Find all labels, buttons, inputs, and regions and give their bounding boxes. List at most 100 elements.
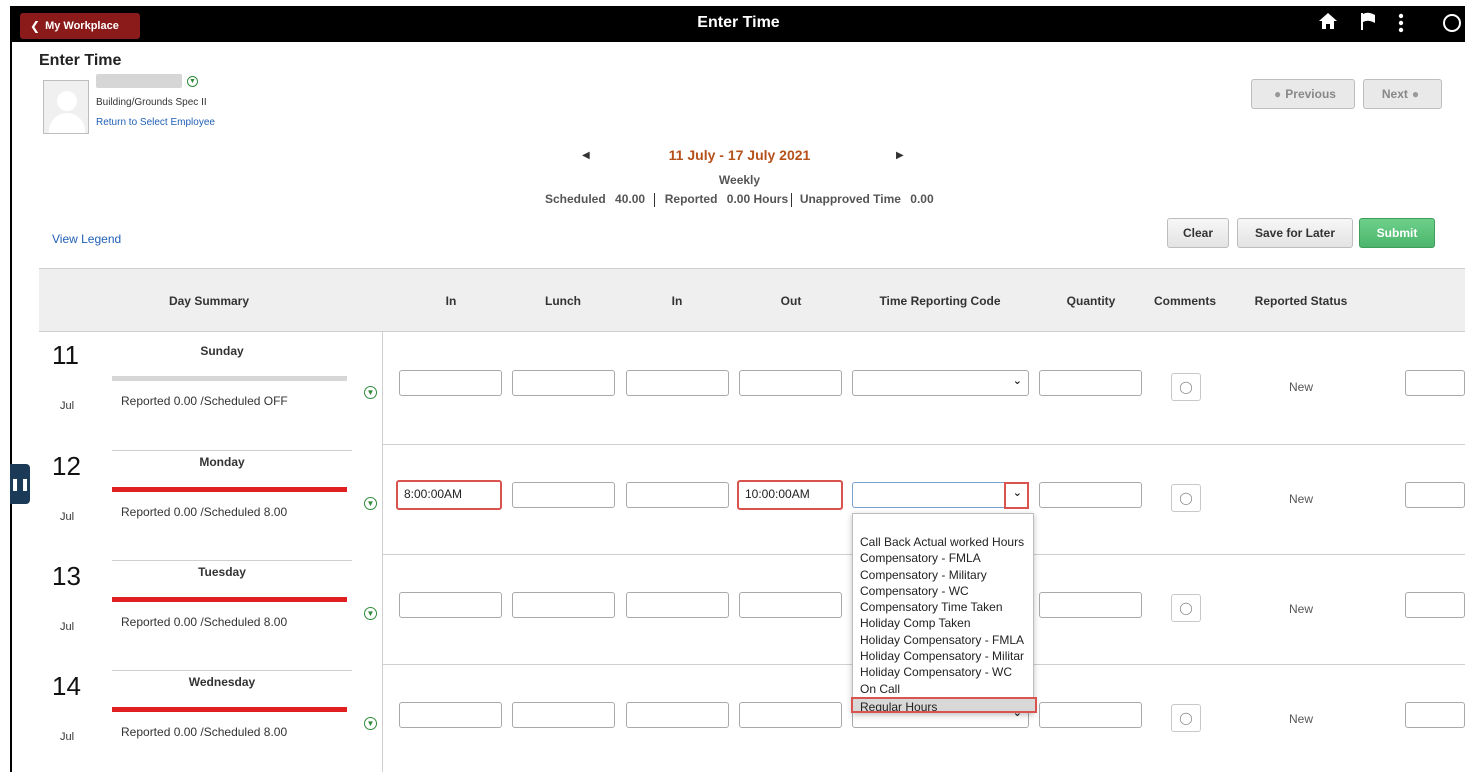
col-quantity: Quantity: [1066, 294, 1116, 308]
day-summary-monday: 12 Jul Monday Reported 0.00 /Scheduled 8…: [39, 443, 383, 554]
app-frame: ❮ My Workplace Enter Time Enter Time ▼ B…: [10, 6, 1465, 772]
col-reported-status: Reported Status: [1254, 294, 1348, 308]
save-for-later-button[interactable]: Save for Later: [1237, 218, 1353, 248]
extra-field[interactable]: [1405, 482, 1465, 508]
col-day-summary: Day Summary: [168, 294, 250, 308]
reported-label: Reported: [664, 192, 718, 206]
comment-icon[interactable]: ◯: [1171, 594, 1201, 622]
next-button[interactable]: Next ●: [1363, 79, 1442, 109]
trc-option[interactable]: Holiday Compensatory - FMLA: [853, 632, 1033, 648]
trc-option[interactable]: Compensatory - WC: [853, 583, 1033, 599]
next-period-arrow-icon[interactable]: ▶: [896, 150, 904, 161]
in-2-field[interactable]: [626, 482, 729, 508]
day-month: Jul: [60, 400, 75, 412]
top-bar: ❮ My Workplace Enter Time: [12, 6, 1465, 42]
quantity-field[interactable]: [1039, 592, 1142, 618]
lunch-field[interactable]: [512, 592, 615, 618]
day-expand-chevron-icon[interactable]: ▼: [364, 386, 377, 399]
in-2-field[interactable]: [626, 592, 729, 618]
unapproved-label: Unapproved Time: [799, 192, 901, 206]
trc-option[interactable]: Compensatory Time Taken: [853, 599, 1033, 615]
lunch-field[interactable]: [512, 482, 615, 508]
trc-option[interactable]: Holiday Compensatory - Militar: [853, 648, 1033, 664]
period-totals: Scheduled 40.00 Reported 0.00 Hours Unap…: [545, 192, 934, 207]
flag-icon[interactable]: [1358, 11, 1378, 36]
info-icon[interactable]: [1442, 13, 1462, 38]
day-number: 11: [52, 340, 79, 370]
trc-select[interactable]: ⌄: [852, 370, 1029, 396]
out-field[interactable]: [739, 370, 842, 396]
trc-option-regular-hours[interactable]: Regular Hours: [851, 696, 1037, 714]
reported-status: New: [1289, 492, 1314, 506]
quantity-field[interactable]: [1039, 702, 1142, 728]
trc-dropdown-list: Call Back Actual worked Hours Compensato…: [851, 513, 1037, 714]
extra-field[interactable]: [1405, 592, 1465, 618]
period-range: 11 July - 17 July 2021: [668, 147, 811, 163]
in-field[interactable]: 8:00:00AM: [396, 480, 502, 510]
app-title: Enter Time: [697, 14, 780, 31]
day-name: Monday: [199, 455, 245, 469]
grid-header: Day Summary In Lunch In Out Time Reporti…: [39, 268, 1465, 332]
reported-value: 0.00 Hours: [726, 192, 789, 206]
return-to-select-employee-link[interactable]: Return to Select Employee: [96, 117, 215, 128]
trc-option[interactable]: Compensatory - Military: [853, 567, 1033, 583]
comment-icon[interactable]: ◯: [1171, 373, 1201, 401]
in-field[interactable]: [399, 370, 502, 396]
day-progress-bar: [112, 707, 347, 712]
extra-field[interactable]: [1405, 702, 1465, 728]
previous-button[interactable]: ● Previous: [1251, 79, 1355, 109]
trc-option[interactable]: Holiday Comp Taken: [853, 615, 1033, 631]
col-in: In: [445, 294, 457, 308]
day-progress-bar: [112, 376, 347, 381]
day-number: 14: [52, 671, 81, 701]
day-summary-text: Reported 0.00 /Scheduled 8.00: [121, 725, 288, 739]
in-2-field[interactable]: [626, 702, 729, 728]
scheduled-label: Scheduled: [545, 192, 606, 206]
day-summary-tuesday: 13 Jul Tuesday Reported 0.00 /Scheduled …: [39, 553, 383, 664]
trc-option[interactable]: Holiday Compensatory - WC: [853, 664, 1033, 680]
lunch-field[interactable]: [512, 702, 615, 728]
comment-icon[interactable]: ◯: [1171, 704, 1201, 732]
out-field[interactable]: [739, 592, 842, 618]
trc-option[interactable]: On Call: [853, 681, 1033, 697]
comment-icon[interactable]: ◯: [1171, 484, 1201, 512]
day-progress-bar: [112, 487, 347, 492]
home-icon[interactable]: [1318, 11, 1338, 36]
day-progress-bar: [112, 597, 347, 602]
trc-select-open[interactable]: ⌄: [852, 482, 1029, 508]
quantity-field[interactable]: [1039, 482, 1142, 508]
day-summary-sunday: 11 Jul Sunday Reported 0.00 /Scheduled O…: [39, 332, 383, 443]
next-label: Next: [1381, 87, 1408, 101]
previous-label: Previous: [1285, 87, 1336, 101]
reported-status: New: [1289, 380, 1314, 394]
employee-chevron-down-icon[interactable]: ▼: [187, 76, 198, 87]
day-expand-chevron-icon[interactable]: ▼: [364, 497, 377, 510]
day-expand-chevron-icon[interactable]: ▼: [364, 607, 377, 620]
pause-icon: ❚❚: [9, 477, 31, 491]
day-month: Jul: [60, 511, 75, 523]
in-field[interactable]: [399, 702, 502, 728]
trc-option[interactable]: Compensatory - FMLA: [853, 550, 1033, 566]
day-number: 13: [52, 561, 81, 591]
lunch-field[interactable]: [512, 370, 615, 396]
reported-status: New: [1289, 712, 1314, 726]
submit-button[interactable]: Submit: [1359, 218, 1435, 248]
in-2-field[interactable]: [626, 370, 729, 396]
chevron-down-icon: ⌄: [1012, 375, 1022, 387]
day-expand-chevron-icon[interactable]: ▼: [364, 717, 377, 730]
side-panel-toggle[interactable]: ❚❚: [10, 464, 30, 504]
out-field[interactable]: 10:00:00AM: [737, 480, 843, 510]
col-comments: Comments: [1153, 294, 1216, 308]
view-legend-link[interactable]: View Legend: [52, 232, 121, 246]
in-field[interactable]: [399, 592, 502, 618]
extra-field[interactable]: [1405, 370, 1465, 396]
reported-status: New: [1289, 602, 1314, 616]
day-name: Sunday: [200, 344, 244, 358]
person-icon: ●: [1274, 87, 1282, 101]
trc-option[interactable]: Call Back Actual worked Hours: [853, 534, 1033, 550]
clear-button[interactable]: Clear: [1167, 218, 1229, 248]
more-icon[interactable]: [1396, 12, 1406, 39]
quantity-field[interactable]: [1039, 370, 1142, 396]
day-month: Jul: [60, 621, 75, 633]
out-field[interactable]: [739, 702, 842, 728]
